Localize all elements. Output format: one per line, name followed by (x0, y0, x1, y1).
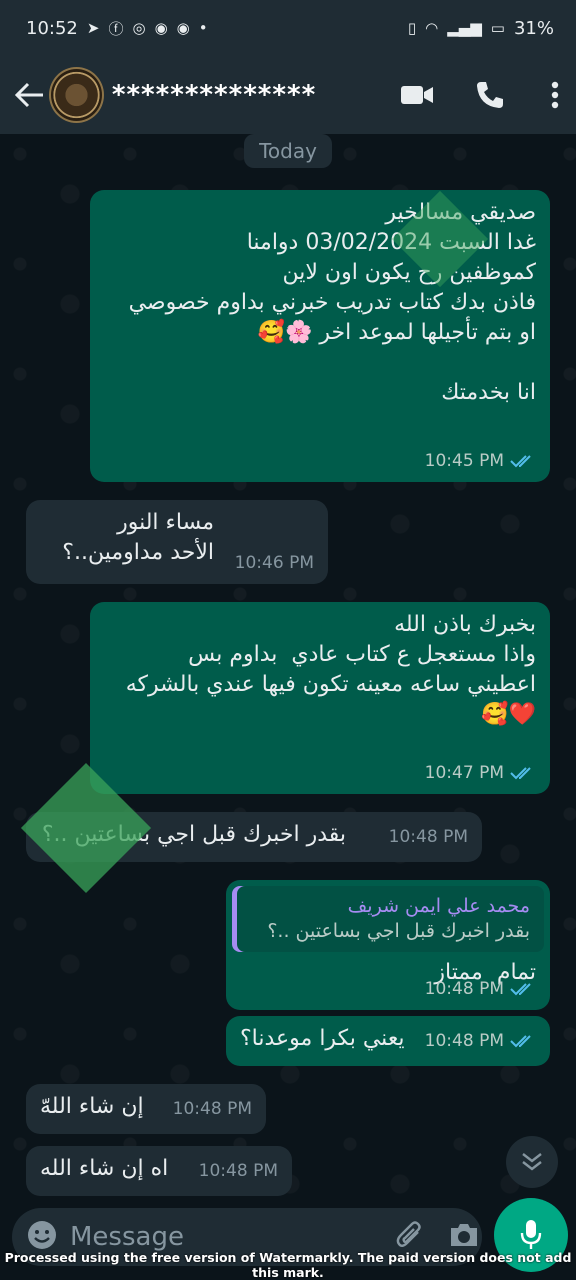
emoji-icon (28, 1221, 56, 1249)
paperclip-icon (396, 1221, 421, 1247)
message-outgoing[interactable]: يعني بكرا موعدنا؟ 10:48 PM (226, 1016, 550, 1066)
instagram-icon: ◎ (132, 19, 146, 37)
chrome-icon: ◉ (154, 19, 168, 37)
message-time: 10:46 PM (234, 553, 314, 573)
watermark-notice: Processed using the free version of Wate… (4, 1250, 572, 1280)
message-meta: 10:47 PM (425, 758, 536, 788)
message-time: 10:48 PM (424, 1031, 504, 1051)
camera-icon (451, 1224, 477, 1246)
video-camera-icon (400, 86, 433, 104)
message-outgoing-reply[interactable]: محمد علي ايمن شريف بقدر اخبرك قبل اجي بس… (226, 880, 550, 1010)
read-ticks-icon (510, 1035, 531, 1048)
scroll-to-bottom-button[interactable] (506, 1136, 558, 1188)
message-meta: 10:48 PM (389, 822, 468, 852)
message-time: 10:48 PM (172, 1099, 252, 1119)
back-arrow-icon (14, 82, 43, 108)
microphone-icon (520, 1220, 542, 1249)
message-meta: 10:48 PM (425, 1026, 536, 1056)
more-notifications-icon: • (198, 19, 208, 37)
message-outgoing[interactable]: بخبرك باذن الله واذا مستعجل ع كتاب عادي … (90, 602, 550, 794)
message-time: 10:48 PM (198, 1161, 278, 1181)
message-incoming[interactable]: إن شاء اللهّ 10:48 PM (26, 1084, 266, 1134)
message-time: 10:48 PM (388, 827, 468, 847)
message-input[interactable] (68, 1221, 396, 1253)
status-bar: 10:52 ➤ ⓕ ◎ ◉ ◉ • ▯ ◠ ▂▄▆ ▭ 31% (0, 0, 576, 56)
attach-button[interactable] (396, 1220, 424, 1254)
quoted-author: محمد علي ايمن شريف (347, 895, 530, 917)
battery-icon: ▭ (490, 19, 505, 37)
status-time: 10:52 (26, 17, 78, 39)
double-chevron-down-icon (522, 1153, 542, 1171)
message-meta: 10:48 PM (425, 974, 536, 1004)
message-time: 10:48 PM (424, 979, 504, 999)
back-button[interactable] (10, 75, 49, 115)
wifi-icon: ◠ (425, 19, 439, 37)
camera-button[interactable] (448, 1221, 480, 1253)
read-ticks-icon (510, 983, 531, 996)
phone-icon (476, 82, 503, 108)
message-meta: 10:48 PM (173, 1094, 252, 1124)
message-text: إن شاء اللهّ (40, 1094, 144, 1119)
telegram-icon: ➤ (86, 19, 100, 37)
message-incoming[interactable]: اه إن شاء الله 10:48 PM (26, 1146, 292, 1196)
contact-avatar[interactable] (49, 67, 104, 123)
vibrate-icon: ▯ (407, 19, 417, 37)
message-incoming[interactable]: مساء النور الأحد مداومين..؟ 10:46 PM (26, 500, 328, 584)
video-call-button[interactable] (395, 73, 438, 117)
message-text: اه إن شاء الله (40, 1156, 169, 1181)
message-meta: 10:45 PM (425, 446, 536, 476)
more-vertical-icon (551, 81, 558, 109)
message-time: 10:47 PM (424, 763, 504, 783)
signal-icon: ▂▄▆ (447, 19, 482, 37)
quoted-message[interactable]: محمد علي ايمن شريف بقدر اخبرك قبل اجي بس… (232, 886, 544, 952)
message-text: بخبرك باذن الله واذا مستعجل ع كتاب عادي … (125, 612, 536, 727)
date-separator: Today (244, 134, 332, 168)
read-ticks-icon (510, 767, 531, 780)
voice-call-button[interactable] (468, 73, 511, 117)
chat-header: ************** (0, 56, 576, 134)
more-options-button[interactable] (533, 73, 576, 117)
chrome-icon-2: ◉ (176, 19, 190, 37)
read-ticks-icon (510, 455, 531, 468)
battery-percent: 31% (513, 17, 554, 39)
message-time: 10:45 PM (424, 451, 504, 471)
quoted-text: بقدر اخبرك قبل اجي بساعتين ..؟ (267, 920, 530, 942)
message-meta: 10:46 PM (235, 548, 314, 578)
message-meta: 10:48 PM (199, 1156, 278, 1186)
facebook-icon: ⓕ (108, 19, 124, 38)
message-text: يعني بكرا موعدنا؟ (240, 1026, 405, 1051)
contact-name[interactable]: ************** (112, 80, 395, 110)
